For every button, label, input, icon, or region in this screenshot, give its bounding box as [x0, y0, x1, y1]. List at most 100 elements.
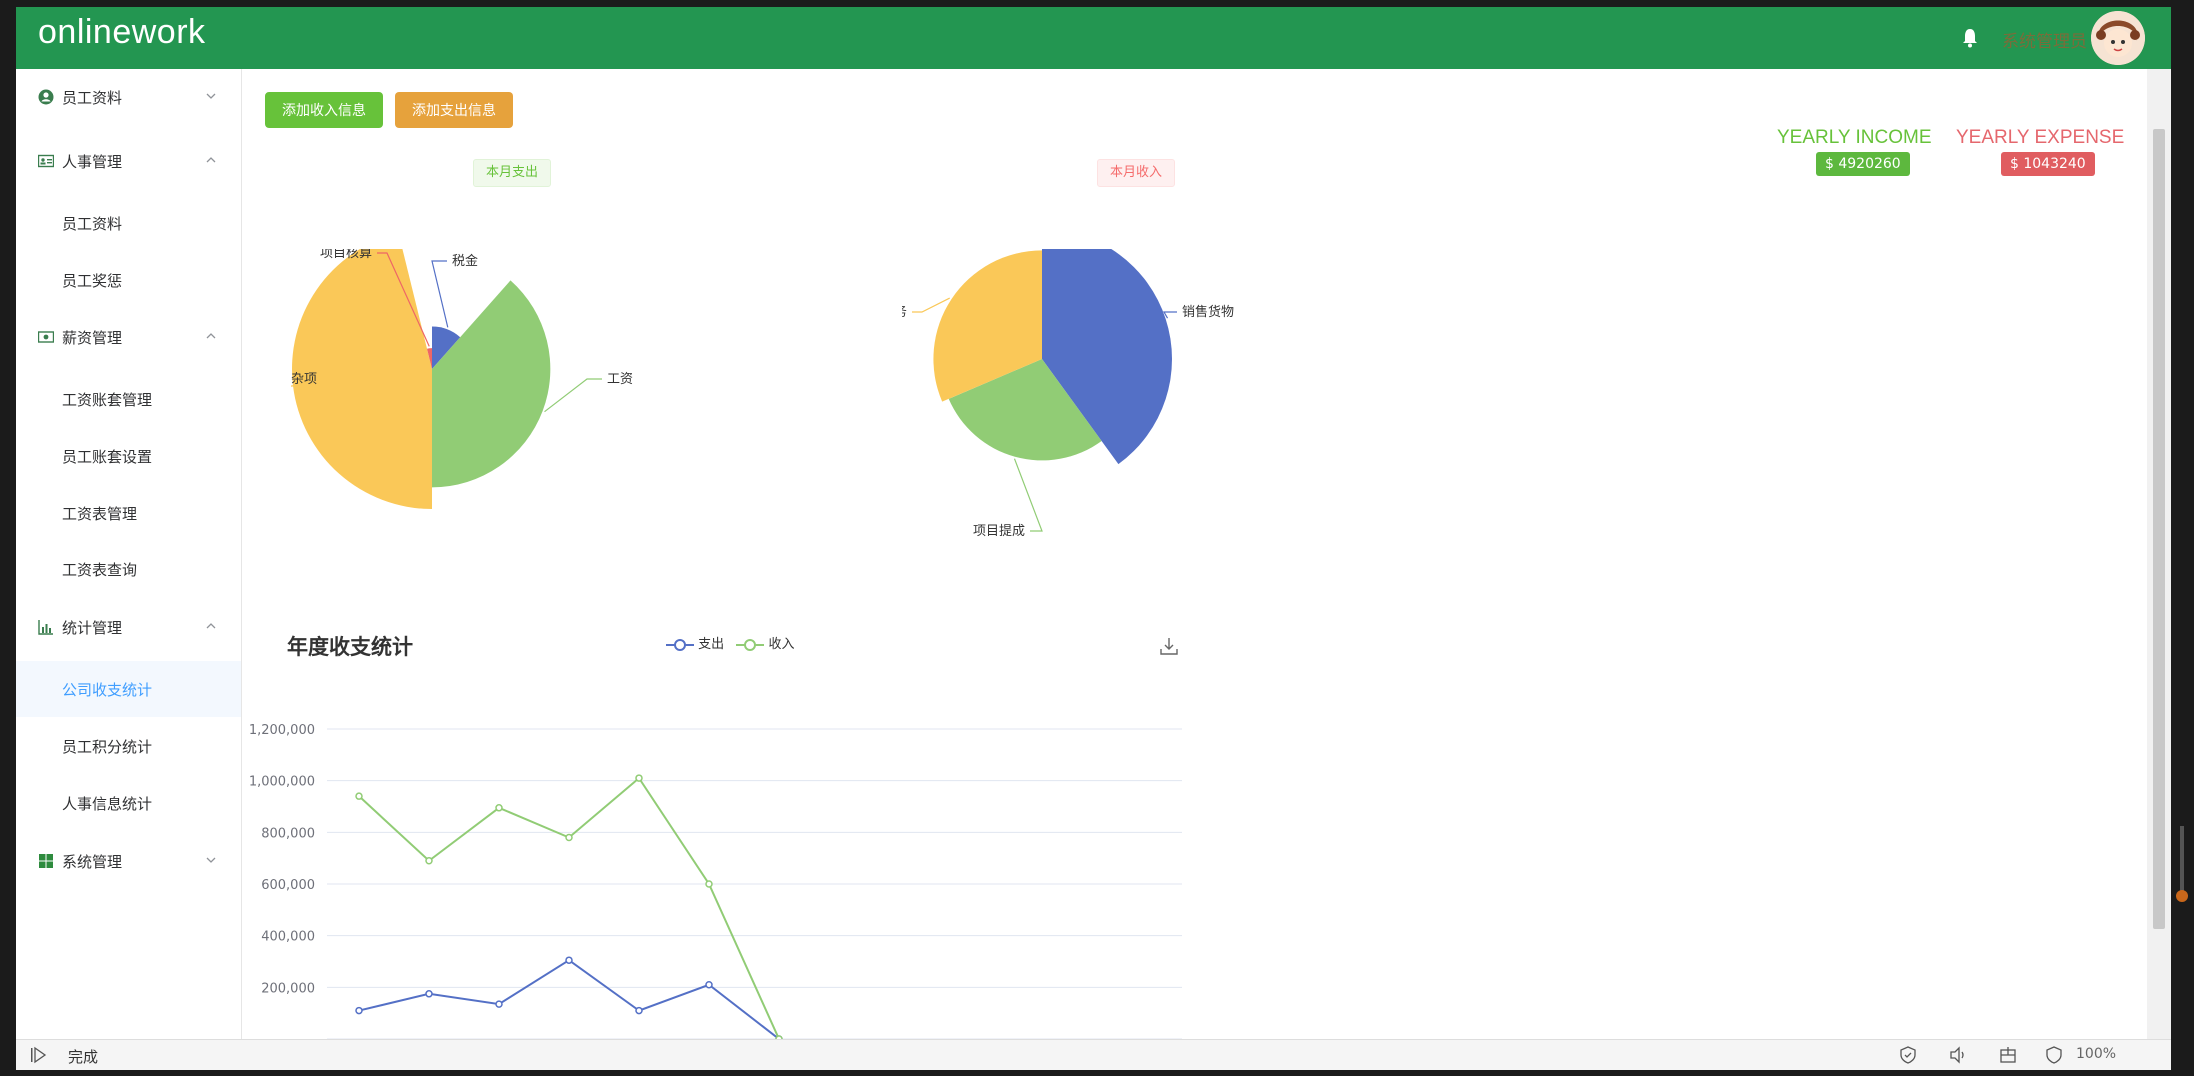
pie-label-line: [544, 378, 602, 413]
tag-monthly-expense: 本月支出: [473, 159, 551, 187]
sidebar-item-salary-table[interactable]: 工资表管理: [16, 485, 241, 541]
app-logo[interactable]: onlinework: [38, 13, 206, 52]
sidebar-item-points-stats[interactable]: 员工积分统计: [16, 718, 241, 774]
chevron-up-icon: [206, 157, 216, 163]
sidebar-item-label: 工资账套管理: [62, 391, 153, 409]
pie-label-line: [912, 297, 950, 313]
sidebar-item-label: 员工积分统计: [62, 738, 153, 756]
sidebar-group-label: 统计管理: [62, 619, 123, 637]
y-tick-label: 200,000: [261, 981, 315, 996]
browser-statusbar: 完成 100%: [16, 1039, 2171, 1070]
pie-label: 税金: [452, 253, 478, 269]
legend-expense-marker: [666, 638, 694, 651]
sidebar-item-label: 工资表查询: [62, 561, 138, 579]
avatar[interactable]: [2091, 11, 2145, 65]
line-point[interactable]: [425, 990, 433, 998]
bar-chart-icon: [38, 620, 53, 635]
line-point[interactable]: [635, 1006, 643, 1015]
pie-label: 提供劳务: [902, 304, 907, 320]
expense-pie-chart: 税金工资 杂项 项目核算: [290, 249, 633, 509]
side-indicator: [2176, 826, 2188, 902]
chevron-down-icon: [206, 93, 216, 99]
line-point[interactable]: [495, 804, 503, 812]
sidebar: 员工资料 人事管理 员工资料 员工奖惩 薪资管理 工资账套管理 员工账套设置 工…: [16, 69, 242, 1039]
play-icon[interactable]: [28, 1045, 48, 1065]
pie-label: 销售货物: [1182, 304, 1234, 320]
line-point[interactable]: [355, 1006, 363, 1015]
pie-slice[interactable]: [432, 280, 551, 488]
zoom-level[interactable]: 100%: [2076, 1046, 2116, 1062]
scrollbar-thumb[interactable]: [2153, 129, 2165, 929]
line-series: [358, 776, 780, 1039]
sidebar-item-salary-set[interactable]: 工资账套管理: [16, 371, 241, 427]
extension-icon[interactable]: [1998, 1045, 2018, 1065]
add-expense-button[interactable]: 添加支出信息: [395, 92, 513, 128]
pie-label-line: [431, 260, 449, 328]
download-icon[interactable]: [1159, 636, 1179, 656]
money-icon: [38, 331, 54, 343]
sidebar-item-label: 公司收支统计: [62, 681, 153, 699]
line-chart-title: 年度收支统计: [287, 635, 413, 659]
y-tick-label: 600,000: [261, 878, 315, 893]
shield-icon[interactable]: [1898, 1045, 1918, 1065]
line-point[interactable]: [355, 792, 363, 800]
line-point[interactable]: [425, 857, 433, 865]
sidebar-item-salary-query[interactable]: 工资表查询: [16, 541, 241, 597]
sidebar-group-salary[interactable]: 薪资管理: [16, 309, 241, 365]
sidebar-item-hr-reward[interactable]: 员工奖惩: [16, 252, 241, 308]
income-pie-chart: 销售货物项目提成 提供劳务: [902, 249, 1234, 539]
sidebar-group-label: 薪资管理: [62, 329, 123, 347]
status-text: 完成: [68, 1048, 99, 1066]
sidebar-item-label: 员工奖惩: [62, 272, 123, 290]
line-point[interactable]: [705, 880, 713, 888]
sidebar-group-label: 系统管理: [62, 853, 123, 871]
y-tick-label: 1,200,000: [249, 723, 315, 738]
user-circle-icon: [38, 89, 54, 105]
pie-label: 项目提成: [973, 523, 1025, 539]
y-tick-label: 800,000: [261, 826, 315, 841]
bell-icon[interactable]: [1960, 27, 1980, 49]
sidebar-item-company-stats[interactable]: 公司收支统计: [16, 661, 241, 717]
legend-expense-label: 支出: [698, 637, 725, 652]
sidebar-group-label: 人事管理: [62, 153, 123, 171]
line-point[interactable]: [495, 1000, 503, 1008]
line-chart-legend[interactable]: 支出 收入: [666, 633, 794, 652]
chevron-up-icon: [206, 333, 216, 339]
line-point[interactable]: [705, 981, 713, 989]
pie-label: 工资: [607, 372, 633, 387]
sidebar-group-employee[interactable]: 员工资料: [16, 69, 241, 125]
legend-income-label: 收入: [768, 637, 795, 652]
sidebar-item-label: 员工资料: [62, 215, 123, 233]
line-point[interactable]: [565, 833, 573, 842]
add-income-button[interactable]: 添加收入信息: [265, 92, 383, 128]
y-tick-label: 1,000,000: [249, 775, 315, 790]
tag-monthly-income: 本月收入: [1097, 159, 1175, 187]
sidebar-item-label: 工资表管理: [62, 505, 138, 523]
chevron-up-icon: [206, 623, 216, 629]
yearly-expense-value: $ 1043240: [2001, 152, 2095, 176]
line-point[interactable]: [635, 774, 643, 782]
sidebar-group-label: 员工资料: [62, 89, 123, 107]
yearly-income-value: $ 4920260: [1816, 152, 1910, 176]
sidebar-group-hr[interactable]: 人事管理: [16, 133, 241, 189]
pie-label-line: [1162, 311, 1177, 319]
vertical-scrollbar[interactable]: [2147, 69, 2171, 1039]
pie-label: 项目核算: [320, 249, 372, 261]
sidebar-item-hr-profile[interactable]: 员工资料: [16, 195, 241, 251]
line-series: [358, 959, 780, 1039]
y-tick-label: 400,000: [261, 930, 315, 945]
sidebar-item-salary-emp-set[interactable]: 员工账套设置: [16, 428, 241, 484]
yearly-line-chart: 1,200,000 1,000,000 800,000 600,000 400,000 2…: [249, 723, 1182, 1039]
chevron-down-icon: [206, 857, 216, 863]
sidebar-group-stats[interactable]: 统计管理: [16, 599, 241, 655]
main-content: 添加收入信息 添加支出信息 本月支出 本月收入 YEARLY INCOME $ …: [242, 69, 2147, 1039]
line-point[interactable]: [565, 956, 573, 964]
sidebar-item-hr-stats[interactable]: 人事信息统计: [16, 775, 241, 831]
speaker-icon[interactable]: [1948, 1045, 1968, 1065]
ad-block-icon[interactable]: [2044, 1045, 2064, 1065]
yearly-expense-title: YEARLY EXPENSE: [1956, 127, 2125, 148]
sidebar-group-system[interactable]: 系统管理: [16, 833, 241, 889]
top-header: onlinework 系统管理员: [16, 7, 2171, 69]
sidebar-item-label: 人事信息统计: [62, 795, 153, 813]
username[interactable]: 系统管理员: [2002, 27, 2087, 52]
